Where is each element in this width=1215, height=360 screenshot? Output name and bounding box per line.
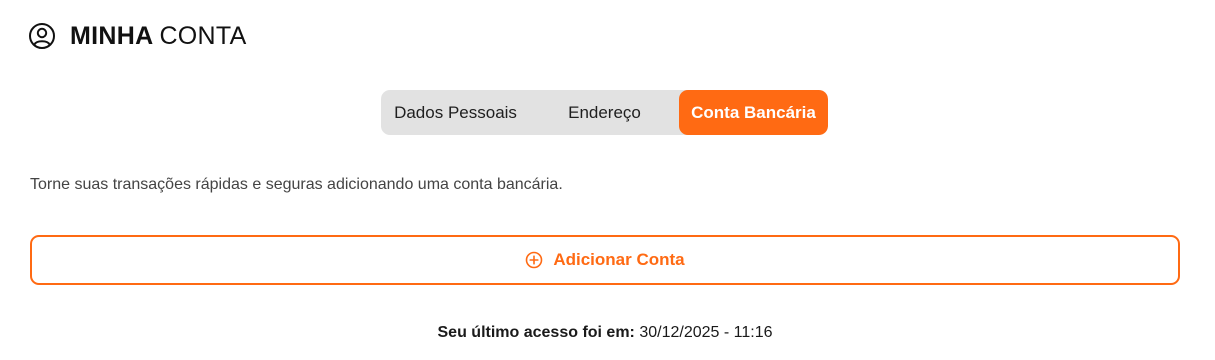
last-access-value: 30/12/2025 - 11:16 (639, 324, 773, 341)
page-title-light: CONTA (159, 21, 247, 50)
add-account-button[interactable]: Adicionar Conta (30, 235, 1180, 285)
last-access-info: Seu último acesso foi em: 30/12/2025 - 1… (0, 324, 1210, 342)
tab-dados-pessoais[interactable]: Dados Pessoais (381, 90, 530, 135)
account-tabs: Dados Pessoais Endereço Conta Bancária (381, 90, 828, 135)
tab-conta-bancaria[interactable]: Conta Bancária (679, 90, 828, 135)
plus-circle-icon (525, 251, 543, 269)
page-title: MINHA CONTA (70, 22, 247, 51)
add-account-label: Adicionar Conta (553, 250, 685, 269)
last-access-label: Seu último acesso foi em: (437, 324, 635, 341)
page-header: MINHA CONTA (28, 20, 247, 52)
page-title-strong: MINHA (70, 21, 154, 50)
user-circle-icon (28, 22, 56, 50)
tab-endereco[interactable]: Endereço (530, 90, 679, 135)
bank-account-description: Torne suas transações rápidas e seguras … (30, 176, 563, 193)
